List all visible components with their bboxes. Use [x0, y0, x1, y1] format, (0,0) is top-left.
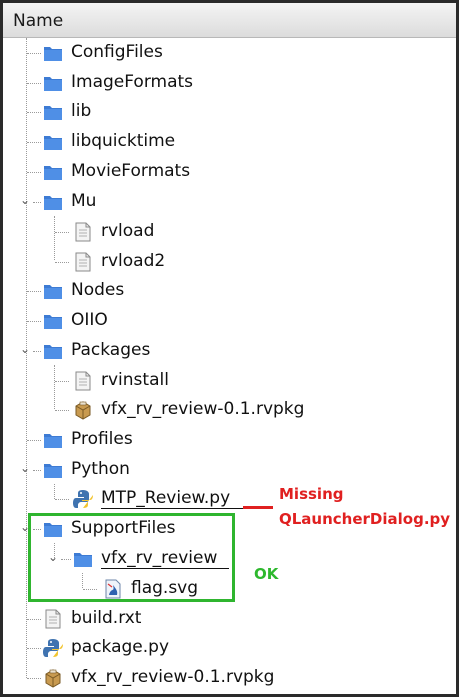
- folder-open-icon: [44, 345, 62, 359]
- tree-item-label: Mu: [71, 191, 97, 211]
- folder-open-icon: [44, 196, 62, 210]
- tree-item-label: Nodes: [71, 280, 125, 300]
- tree-item-label: vfx_rv_review-0.1.rvpkg: [71, 667, 275, 687]
- tree-item-label: MovieFormats: [71, 161, 191, 181]
- file-icon: [45, 609, 61, 629]
- package-icon: [75, 401, 91, 420]
- tree-item-label: build.rxt: [71, 608, 142, 628]
- tree-item-nodes[interactable]: Nodes: [3, 277, 456, 305]
- annotation-red-line: [243, 506, 273, 509]
- annotation-missing-file: QLauncherDialog.py: [279, 510, 451, 528]
- tree-item-lib[interactable]: lib: [3, 98, 456, 126]
- folder-open-icon: [44, 464, 62, 478]
- python-file-icon: [43, 639, 63, 657]
- tree-item-build-rxt[interactable]: build.rxt: [3, 605, 456, 633]
- folder-icon: [44, 315, 62, 329]
- folder-icon: [44, 285, 62, 299]
- tree-header[interactable]: Name: [3, 3, 456, 38]
- tree-item-label: ConfigFiles: [71, 42, 163, 62]
- python-file-icon: [73, 490, 93, 508]
- tree-item-rvload[interactable]: rvload: [3, 218, 456, 246]
- label-underline: [101, 508, 243, 509]
- folder-icon: [44, 47, 62, 61]
- folder-icon: [44, 77, 62, 91]
- tree-item-profiles[interactable]: Profiles: [3, 426, 456, 454]
- tree-item-package-py[interactable]: package.py: [3, 634, 456, 662]
- file-tree-window: Name ConfigFiles ImageFormats lib libqui…: [0, 0, 459, 697]
- tree-item-libquicktime[interactable]: libquicktime: [3, 128, 456, 156]
- file-icon: [75, 371, 91, 391]
- tree-item-label: vfx_rv_review-0.1.rvpkg: [101, 399, 305, 419]
- tree-item-label: rvload2: [101, 251, 166, 271]
- folder-icon: [44, 106, 62, 120]
- annotation-ok: OK: [254, 565, 279, 583]
- tree-item-label: Profiles: [71, 429, 133, 449]
- tree-item-oiio[interactable]: OIIO: [3, 307, 456, 335]
- file-icon: [75, 222, 91, 242]
- tree-item-imageformats[interactable]: ImageFormats: [3, 69, 456, 97]
- annotation-missing: Missing: [279, 485, 344, 503]
- tree-item-rvpkg[interactable]: vfx_rv_review-0.1.rvpkg: [3, 396, 456, 424]
- tree-item-python[interactable]: ⌄ Python: [3, 456, 456, 484]
- chevron-down-icon[interactable]: ⌄: [18, 461, 32, 475]
- tree-item-label: rvinstall: [101, 370, 169, 390]
- name-column-header: Name: [13, 11, 64, 31]
- annotation-green-box: [28, 513, 235, 602]
- tree-item-label: OIIO: [71, 310, 108, 330]
- folder-icon: [44, 166, 62, 180]
- tree-item-rvinstall[interactable]: rvinstall: [3, 367, 456, 395]
- package-icon: [45, 669, 61, 688]
- tree-item-movieformats[interactable]: MovieFormats: [3, 158, 456, 186]
- tree-item-label: ImageFormats: [71, 72, 194, 92]
- tree-item-mtp-review[interactable]: MTP_Review.py: [3, 485, 456, 513]
- tree-item-label: package.py: [71, 637, 170, 657]
- tree-item-mu[interactable]: ⌄ Mu: [3, 188, 456, 216]
- tree-item-label: MTP_Review.py: [101, 488, 231, 508]
- chevron-down-icon[interactable]: ⌄: [18, 342, 32, 356]
- tree-item-label: Python: [71, 459, 130, 479]
- tree-item-packages[interactable]: ⌄ Packages: [3, 337, 456, 365]
- tree-item-label: Packages: [71, 340, 151, 360]
- tree-item-rvload2[interactable]: rvload2: [3, 248, 456, 276]
- tree-item-label: rvload: [101, 221, 155, 241]
- tree-item-configfiles[interactable]: ConfigFiles: [3, 39, 456, 67]
- tree-item-label: lib: [71, 101, 92, 121]
- tree-item-label: libquicktime: [71, 131, 176, 151]
- folder-icon: [44, 434, 62, 448]
- file-icon: [75, 252, 91, 272]
- tree-item-root-rvpkg[interactable]: vfx_rv_review-0.1.rvpkg: [3, 664, 456, 692]
- chevron-down-icon[interactable]: ⌄: [18, 193, 32, 207]
- folder-icon: [44, 136, 62, 150]
